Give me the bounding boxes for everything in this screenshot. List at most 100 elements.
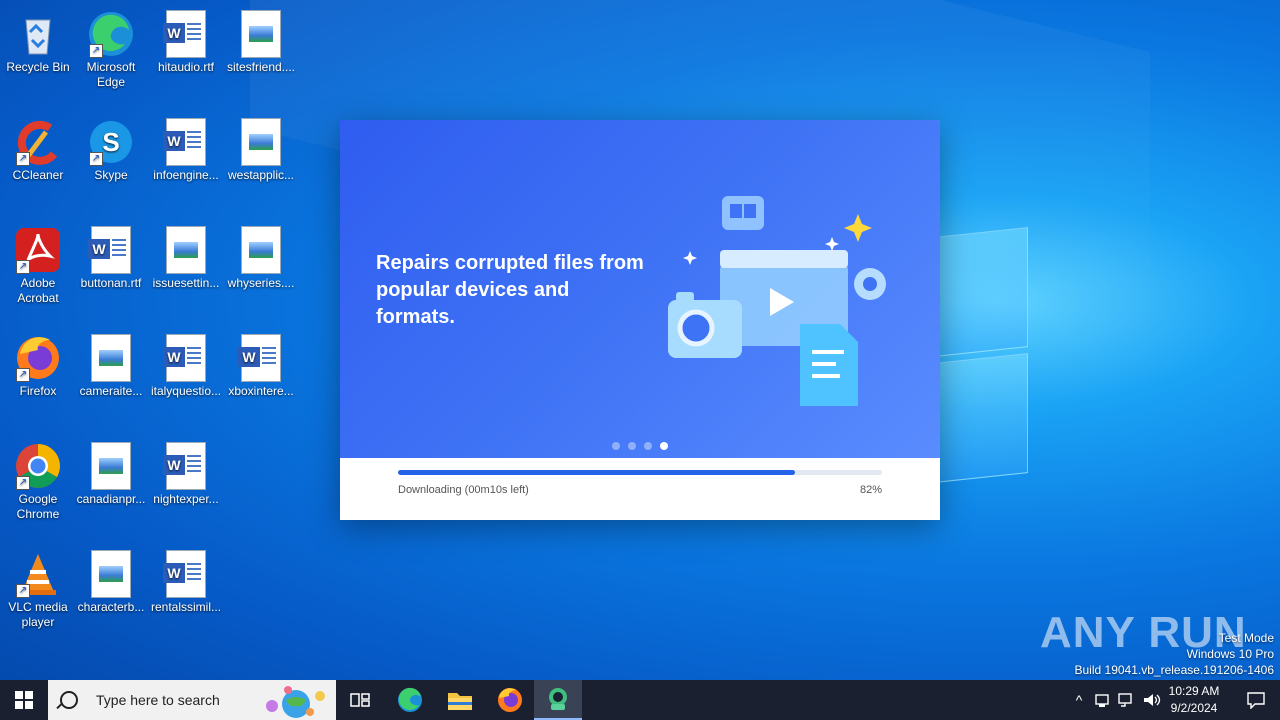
word-doc-icon: W [162, 118, 210, 166]
image-file-icon [162, 226, 210, 274]
system-info: Test Mode Windows 10 Pro Build 19041.vb_… [1075, 630, 1275, 678]
task-view-icon [350, 693, 370, 707]
desktop-icon-characterb[interactable]: characterb... [73, 544, 149, 615]
slide-indicator [612, 442, 668, 450]
chevron-up-icon[interactable]: ^ [1068, 692, 1090, 708]
installer-hero-banner: Repairs corrupted files from popular dev… [340, 120, 940, 458]
desktop-icon-nightexper[interactable]: W nightexper... [148, 436, 224, 507]
vlc-icon: ↗ [14, 550, 62, 598]
firefox-icon: ↗ [14, 334, 62, 382]
desktop-icon-label: italyquestio... [150, 384, 222, 398]
desktop-icon-label: cameraite... [79, 384, 143, 398]
desktop-icon-label: VLC media player [8, 600, 68, 629]
desktop-icon-edge[interactable]: ↗ Microsoft Edge [73, 4, 149, 90]
installer-footer: Downloading (00m10s left) 82% [340, 458, 940, 520]
desktop-icon-firefox[interactable]: ↗ Firefox [0, 328, 76, 399]
taskbar-edge-button[interactable] [386, 680, 434, 720]
action-center-button[interactable] [1232, 680, 1280, 720]
word-doc-icon: W [162, 334, 210, 382]
desktop-icon-recycle-bin[interactable]: Recycle Bin [0, 4, 76, 75]
shortcut-arrow-icon: ↗ [16, 368, 30, 382]
chrome-icon: ↗ [14, 442, 62, 490]
acrobat-icon: ↗ [14, 226, 62, 274]
clock-time: 10:29 AM [1168, 684, 1220, 698]
desktop-icon-vlc[interactable]: ↗ VLC media player [0, 544, 76, 630]
desktop-icon-label: xboxintere... [228, 384, 294, 398]
start-button[interactable] [0, 680, 48, 720]
desktop-icon-canadianpr[interactable]: canadianpr... [73, 436, 149, 507]
taskbar-installer-button[interactable] [534, 680, 582, 720]
desktop-icon-whyseries[interactable]: whyseries.... [223, 220, 299, 291]
notification-icon [1247, 692, 1265, 709]
desktop-icon-google-chrome[interactable]: ↗ Google Chrome [0, 436, 76, 522]
shortcut-arrow-icon: ↗ [16, 152, 30, 166]
shortcut-arrow-icon: ↗ [16, 260, 30, 274]
search-icon [60, 691, 78, 709]
desktop-icon-label: Adobe Acrobat [17, 276, 59, 305]
desktop-icon-label: characterb... [77, 600, 145, 614]
desktop-icon-italyquestio[interactable]: W italyquestio... [148, 328, 224, 399]
desktop-icon-hitaudio[interactable]: W hitaudio.rtf [148, 4, 224, 75]
desktop-icon-label: Firefox [19, 384, 57, 398]
desktop-icon-label: Skype [94, 168, 128, 182]
media-files-illustration-icon [668, 196, 886, 406]
desktop-icon-xboxintere[interactable]: W xboxintere... [223, 328, 299, 399]
desktop-icon-adobe-acrobat[interactable]: ↗ Adobe Acrobat [0, 220, 76, 306]
slide-dot[interactable] [612, 442, 620, 450]
desktop-icon-label: infoengine... [153, 168, 219, 182]
desktop-icon-rentalssimil[interactable]: W rentalssimil... [148, 544, 224, 615]
shortcut-arrow-icon: ↗ [89, 152, 103, 166]
installer-headline: Repairs corrupted files from popular dev… [376, 252, 644, 328]
image-file-icon [237, 118, 285, 166]
ccleaner-icon: ↗ [14, 118, 62, 166]
desktop-icon-westapplic[interactable]: westapplic... [223, 112, 299, 183]
desktop-icon-ccleaner[interactable]: ↗ CCleaner [0, 112, 76, 183]
recycle-bin-icon [14, 10, 62, 58]
desktop-icon-label: sitesfriend.... [226, 60, 296, 74]
desktop-icon-issuesettin[interactable]: issuesettin... [148, 220, 224, 291]
download-status-text: Downloading (00m10s left) [398, 484, 529, 496]
word-doc-icon: W [87, 226, 135, 274]
edge-icon: ↗ [87, 10, 135, 58]
desktop-icon-infoengine[interactable]: W infoengine... [148, 112, 224, 183]
desktop-icon-label: Google Chrome [16, 492, 60, 521]
taskbar-file-explorer-button[interactable] [436, 680, 484, 720]
edge-icon [398, 687, 422, 712]
desktop-icon-buttonan[interactable]: W buttonan.rtf [73, 220, 149, 291]
desktop-icon-label: Microsoft Edge [86, 60, 136, 89]
desktop-icon-cameraite[interactable]: cameraite... [73, 328, 149, 399]
svg-text:S: S [102, 127, 119, 157]
word-doc-icon: W [162, 442, 210, 490]
system-tray: ^ [1068, 680, 1162, 720]
desktop-icon-label: whyseries.... [227, 276, 295, 290]
word-doc-icon: W [162, 550, 210, 598]
download-progress-fill [398, 470, 795, 475]
network-icon[interactable] [1118, 692, 1136, 708]
image-file-icon [87, 442, 135, 490]
search-placeholder: Type here to search [96, 692, 220, 708]
skype-icon: S ↗ [87, 118, 135, 166]
installer-window[interactable]: Repairs corrupted files from popular dev… [340, 120, 940, 520]
taskbar: Type here to search ^ 10:29 AM 9/2/2024 [0, 680, 1280, 720]
desktop-icon-label: buttonan.rtf [80, 276, 142, 290]
network-adapter-icon[interactable] [1094, 692, 1112, 708]
image-file-icon [237, 226, 285, 274]
word-doc-icon: W [162, 10, 210, 58]
taskbar-search-box[interactable]: Type here to search [48, 680, 336, 720]
taskbar-firefox-button[interactable] [486, 680, 534, 720]
folder-icon [448, 693, 472, 710]
installer-app-icon [549, 688, 567, 710]
task-view-button[interactable] [336, 680, 384, 720]
slide-dot[interactable] [628, 442, 636, 450]
taskbar-clock[interactable]: 10:29 AM 9/2/2024 [1158, 683, 1230, 717]
desktop-icon-skype[interactable]: S ↗ Skype [73, 112, 149, 183]
slide-dot[interactable] [644, 442, 652, 450]
search-highlight-icon [266, 686, 325, 718]
download-progress-bar [398, 470, 882, 475]
windows-edition-label: Windows 10 Pro [1186, 647, 1274, 661]
desktop-icon-sitesfriend[interactable]: sitesfriend.... [223, 4, 299, 75]
windows-start-icon [15, 691, 33, 709]
image-file-icon [87, 334, 135, 382]
word-doc-icon: W [237, 334, 285, 382]
slide-dot-active[interactable] [660, 442, 668, 450]
